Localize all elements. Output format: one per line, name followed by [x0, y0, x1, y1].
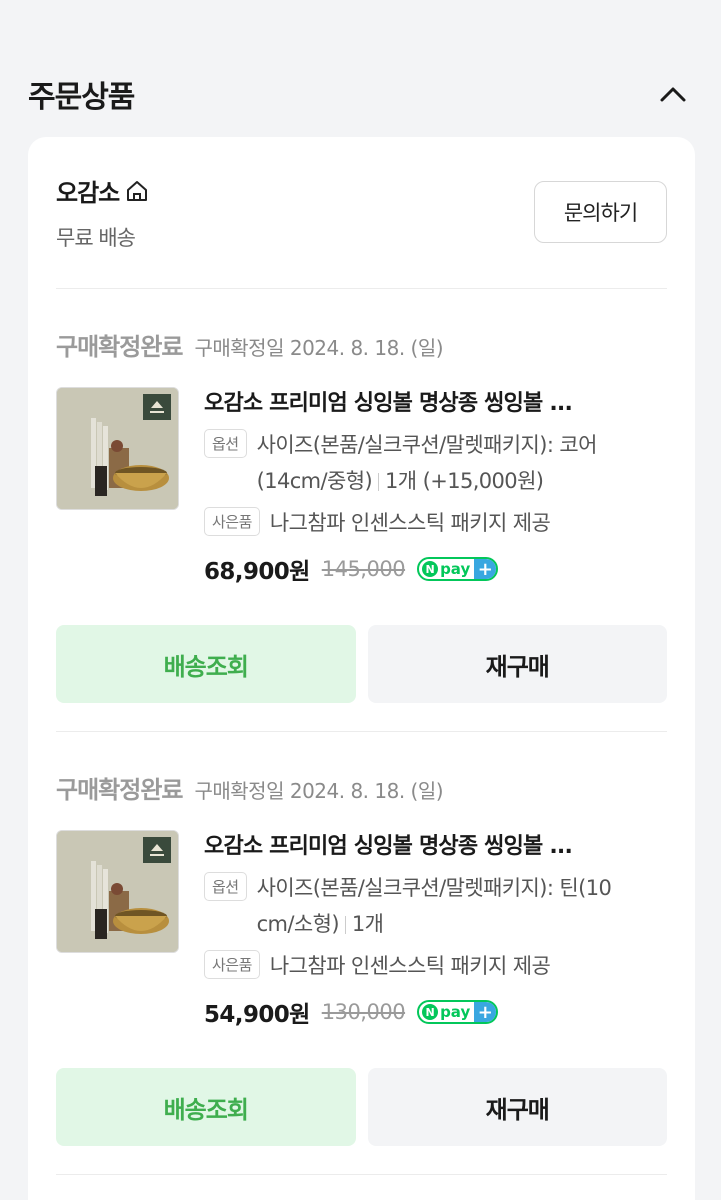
order-item: 구매확정완료 구매확정일 2024. 8. 18. (일) 오감소 프리미엄 싱… — [56, 770, 667, 1150]
separator — [344, 916, 346, 934]
option-row: 옵션 사이즈(본품/실크쿠션/말렛패키지): 틴(10 cm/소형) 1개 — [204, 870, 667, 942]
divider — [56, 731, 667, 732]
price-row: 54,900원 130,000 N pay + — [204, 994, 667, 1030]
product-info: 오감소 프리미엄 싱잉볼 명상종 씽잉볼 ... 옵션 사이즈(본품/실크쿠션/… — [204, 387, 667, 587]
gift-row: 사은품 나그참파 인센스스틱 패키지 제공 — [204, 948, 667, 984]
price-row: 68,900원 145,000 N pay + — [204, 551, 667, 587]
order-products-header: 주문상품 — [28, 70, 693, 118]
original-price: 145,000 — [321, 557, 406, 581]
product-title[interactable]: 오감소 프리미엄 싱잉볼 명상종 씽잉볼 ... — [204, 830, 667, 864]
gift-text: 나그참파 인센스스틱 패키지 제공 — [269, 511, 551, 535]
option-quantity: 1개 (+15,000원) — [385, 469, 544, 493]
npay-n-icon: N — [422, 561, 439, 577]
option-text: 사이즈(본품/실크쿠션/말렛패키지): 틴(10 cm/소형) 1개 — [257, 870, 612, 942]
gift-row: 사은품 나그참파 인센스스틱 패키지 제공 — [204, 505, 667, 541]
track-delivery-button[interactable]: 배송조회 — [56, 1068, 356, 1146]
price: 68,900원 — [204, 559, 310, 585]
gift-text: 나그참파 인센스스틱 패키지 제공 — [269, 954, 551, 978]
product-thumbnail[interactable] — [56, 830, 179, 953]
product-image — [57, 831, 178, 952]
npay-label: pay — [440, 560, 471, 578]
order-card: 오감소 무료 배송 문의하기 구매확정완료 구매확정일 2024. 8. 18.… — [28, 137, 695, 1200]
collapse-button[interactable] — [653, 74, 693, 114]
option-line-2: cm/소형) 1개 — [257, 906, 612, 942]
home-icon — [127, 180, 148, 201]
gift-tag: 사은품 — [204, 950, 260, 979]
option-text: 사이즈(본품/실크쿠션/말렛패키지): 코어 (14cm/중형) 1개 (+15,… — [256, 427, 598, 499]
npay-label: pay — [440, 1003, 471, 1021]
option-line-2: (14cm/중형) 1개 (+15,000원) — [257, 463, 597, 499]
npay-plus-icon: N pay + — [417, 557, 499, 581]
separator — [378, 473, 380, 491]
store-name[interactable]: 오감소 — [56, 173, 120, 208]
status-label: 구매확정완료 — [56, 333, 183, 361]
original-price: 130,000 — [321, 1000, 406, 1024]
product-info: 오감소 프리미엄 싱잉볼 명상종 씽잉볼 ... 옵션 사이즈(본품/실크쿠션/… — [204, 830, 667, 1030]
npay-n-icon: N — [422, 1004, 439, 1020]
option-quantity: 1개 — [351, 912, 384, 936]
product-thumbnail[interactable] — [56, 387, 179, 510]
gift-tag: 사은품 — [204, 507, 260, 536]
option-line: 사이즈(본품/실크쿠션/말렛패키지): 코어 — [256, 433, 598, 457]
product-image — [57, 388, 178, 509]
order-actions: 배송조회 재구매 — [56, 625, 667, 703]
price: 54,900원 — [204, 1002, 310, 1028]
plus-icon: + — [474, 559, 497, 579]
store-row: 오감소 무료 배송 문의하기 — [56, 173, 667, 263]
option-size: (14cm/중형) — [256, 469, 373, 493]
product-row[interactable]: 오감소 프리미엄 싱잉볼 명상종 씽잉볼 ... 옵션 사이즈(본품/실크쿠션/… — [56, 387, 667, 587]
option-tag: 옵션 — [204, 872, 247, 901]
status-row: 구매확정완료 구매확정일 2024. 8. 18. (일) — [56, 327, 667, 367]
option-size: cm/소형) — [256, 912, 340, 936]
status-date: 구매확정일 2024. 8. 18. (일) — [194, 779, 444, 803]
section-title: 주문상품 — [28, 80, 135, 115]
product-title[interactable]: 오감소 프리미엄 싱잉볼 명상종 씽잉볼 ... — [204, 387, 667, 421]
rebuy-button[interactable]: 재구매 — [367, 625, 667, 703]
track-delivery-button[interactable]: 배송조회 — [56, 625, 356, 703]
chevron-up-icon — [660, 87, 686, 102]
status-row: 구매확정완료 구매확정일 2024. 8. 18. (일) — [56, 770, 667, 810]
plus-icon: + — [474, 1002, 497, 1022]
option-tag: 옵션 — [204, 429, 247, 458]
npay-plus-icon: N pay + — [417, 1000, 499, 1024]
rebuy-button[interactable]: 재구매 — [367, 1068, 667, 1146]
status-label: 구매확정완료 — [56, 776, 183, 804]
status-date: 구매확정일 2024. 8. 18. (일) — [194, 336, 444, 360]
divider — [56, 288, 667, 289]
divider — [56, 1174, 667, 1175]
option-row: 옵션 사이즈(본품/실크쿠션/말렛패키지): 코어 (14cm/중형) 1개 (+… — [204, 427, 667, 499]
inquiry-button[interactable]: 문의하기 — [534, 181, 667, 243]
order-actions: 배송조회 재구매 — [56, 1068, 667, 1146]
order-item: 구매확정완료 구매확정일 2024. 8. 18. (일) 오감소 프리미엄 싱… — [56, 327, 667, 707]
product-row[interactable]: 오감소 프리미엄 싱잉볼 명상종 씽잉볼 ... 옵션 사이즈(본품/실크쿠션/… — [56, 830, 667, 1030]
option-line: 사이즈(본품/실크쿠션/말렛패키지): 틴(10 — [256, 876, 612, 900]
